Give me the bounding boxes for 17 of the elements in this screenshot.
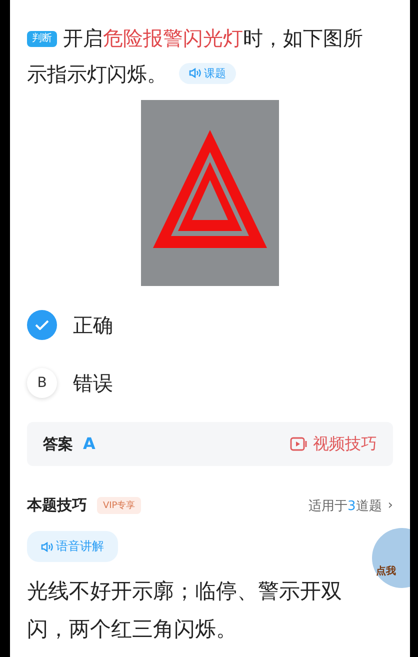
- video-tips-link[interactable]: 视频技巧: [290, 434, 377, 454]
- question-text: 判断 开启危险报警闪光灯时，如下图所示指示灯闪烁。 课题: [27, 25, 364, 88]
- option-label[interactable]: 错误: [73, 370, 113, 396]
- option-letter[interactable]: B: [27, 368, 57, 398]
- tips-title: 本题技巧: [27, 496, 87, 515]
- answer-value: A: [83, 434, 96, 453]
- helper-button[interactable]: 点我: [372, 528, 410, 588]
- speaker-icon: [41, 542, 53, 552]
- vip-badge: VIP专享: [97, 497, 142, 514]
- option-label[interactable]: 正确: [73, 312, 113, 338]
- answer-label: 答案: [43, 435, 73, 453]
- question-type-badge: 判断: [27, 31, 57, 47]
- tip-text: 光线不好开示廓；临停、警示开双闪，两个红三角闪烁。: [27, 578, 343, 643]
- speaker-icon: [189, 68, 201, 78]
- video-icon: [290, 437, 308, 451]
- check-icon[interactable]: [27, 310, 57, 340]
- applies-link[interactable]: 适用于3道题 ›: [308, 496, 393, 514]
